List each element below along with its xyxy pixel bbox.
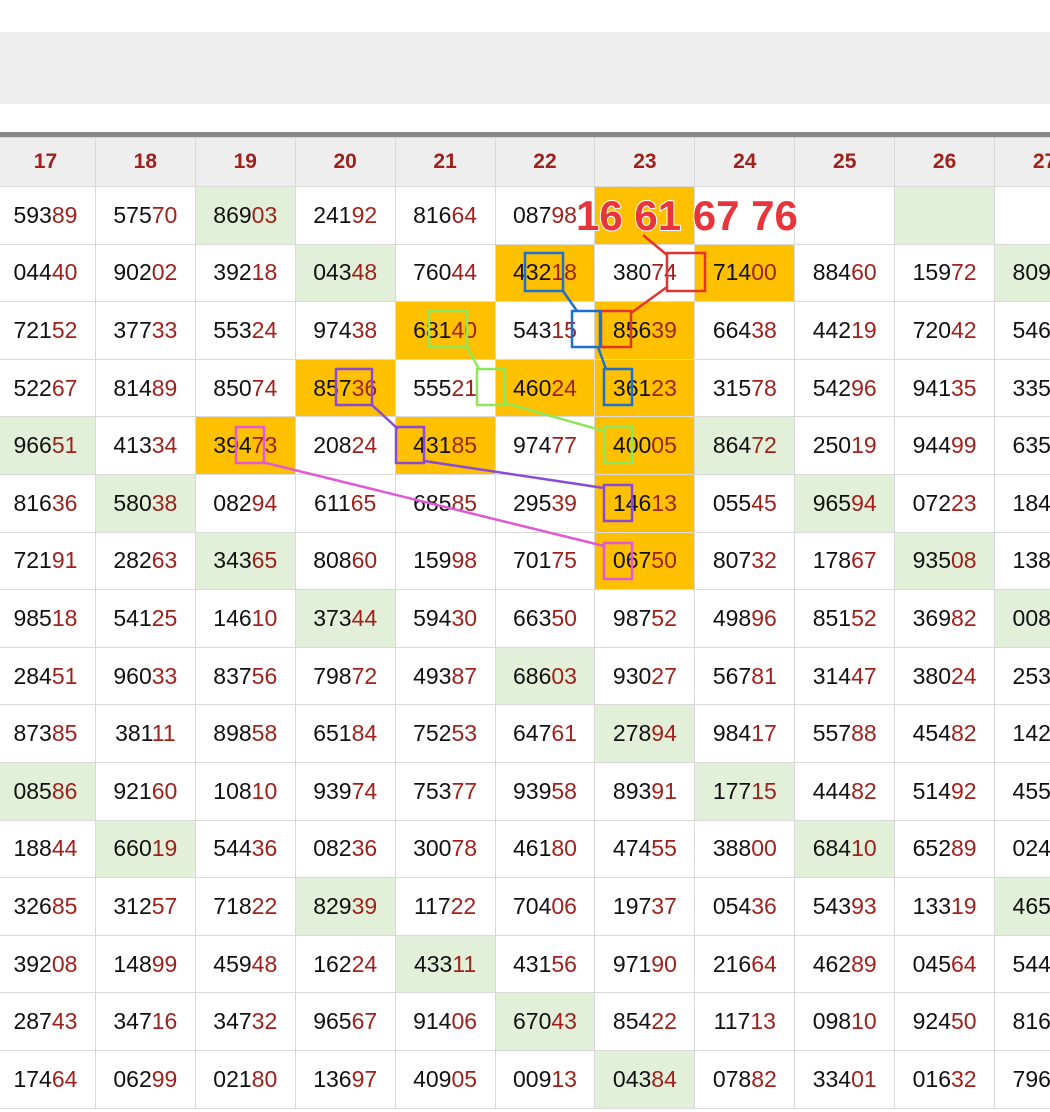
red-box — [665, 251, 707, 293]
blue-box — [602, 367, 634, 407]
annotation-text: 16 61 67 76 — [575, 191, 799, 240]
purple-box — [602, 483, 634, 523]
green-box — [602, 425, 634, 465]
magenta-markings — [234, 425, 634, 581]
red-connector — [630, 285, 668, 315]
blue-connector — [561, 290, 579, 312]
blue-box — [570, 309, 602, 349]
purple-markings — [334, 367, 634, 523]
green-box — [427, 309, 469, 349]
green-connector — [465, 346, 481, 370]
annotation-overlay — [234, 234, 707, 581]
purple-connector — [423, 459, 605, 490]
magenta-connector — [261, 460, 605, 548]
blue-connector — [596, 346, 608, 370]
purple-box — [394, 425, 426, 465]
magenta-box — [602, 541, 634, 581]
green-connector — [504, 401, 605, 433]
magenta-box — [234, 425, 266, 465]
red-markings — [599, 234, 707, 349]
blue-box — [523, 251, 565, 293]
purple-box — [334, 367, 374, 407]
blue-markings — [523, 251, 634, 407]
green-box — [475, 367, 507, 407]
purple-connector — [371, 404, 399, 430]
red-box — [599, 309, 633, 349]
